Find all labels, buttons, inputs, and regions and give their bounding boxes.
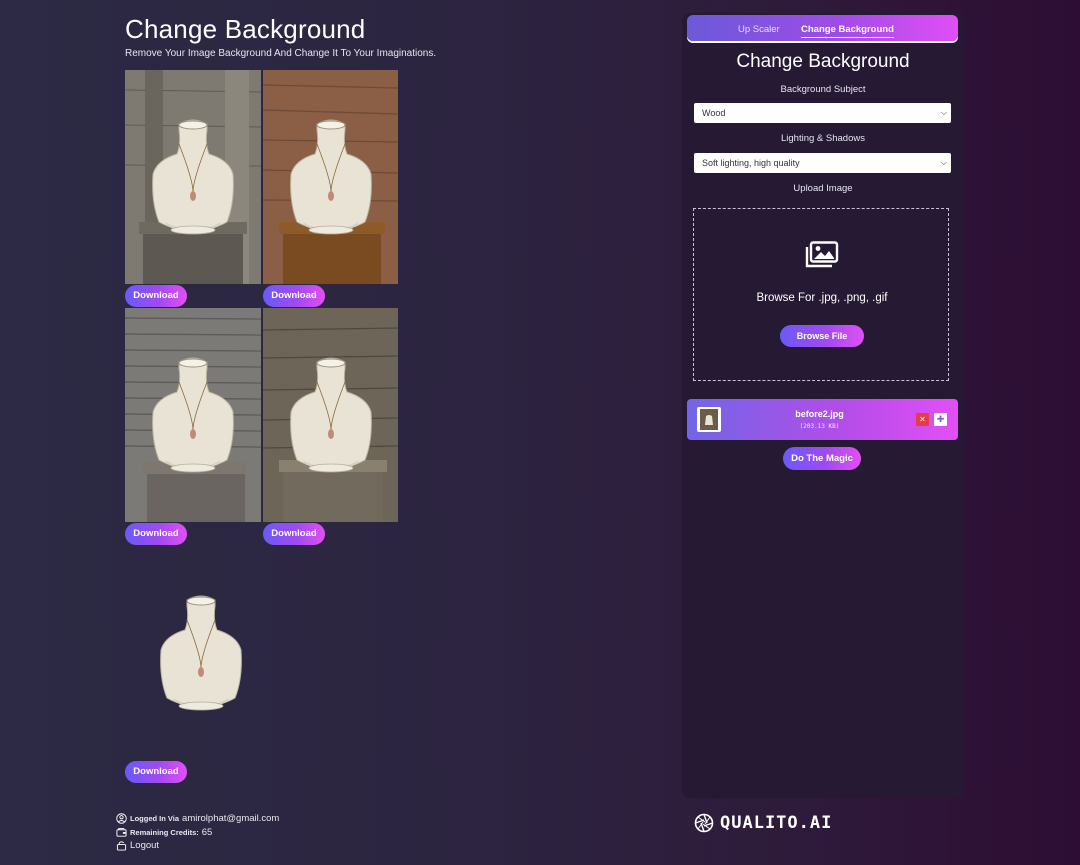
file-name: before2.jpg <box>795 409 844 419</box>
page-subtitle: Remove Your Image Background And Change … <box>125 48 437 59</box>
upload-label: Upload Image <box>793 183 853 194</box>
credits-value: 65 <box>201 826 213 838</box>
logout-link[interactable]: Logout <box>116 839 279 853</box>
account-footer: Logged In Via amirolphat@gmail.com Remai… <box>116 812 279 853</box>
upload-dropzone[interactable]: Browse For .jpg, .png, .gif Browse File <box>693 208 949 381</box>
lighting-select[interactable]: Soft lighting, high quality ⌵ <box>694 153 951 173</box>
lighting-select-value: Soft lighting, high quality <box>702 158 800 168</box>
result-image-2 <box>263 70 398 284</box>
user-email: amirolphat@gmail.com <box>182 813 280 825</box>
plus-icon[interactable]: ✚ <box>934 413 947 426</box>
subject-select-value: Wood <box>702 108 726 118</box>
tool-tabs: Up Scaler Change Background <box>687 15 958 41</box>
settings-panel: Up Scaler Change Background Change Backg… <box>682 13 964 798</box>
download-button-4[interactable]: Download <box>263 523 325 545</box>
download-button-1[interactable]: Download <box>125 285 187 307</box>
logged-in-row: Logged In Via amirolphat@gmail.com <box>116 812 279 826</box>
page-title: Change Background <box>125 14 366 44</box>
close-icon[interactable]: ✕ <box>916 413 929 426</box>
download-button-2[interactable]: Download <box>263 285 325 307</box>
result-image-1 <box>125 70 261 284</box>
tab-up-scaler[interactable]: Up Scaler <box>738 15 780 41</box>
logged-in-label: Logged In Via <box>130 814 180 824</box>
uploaded-file-item: before2.jpg (203.13 KB) ✕ ✚ <box>687 399 958 440</box>
browse-file-button[interactable]: Browse File <box>780 325 864 347</box>
brand-name: QUALITO.AI <box>720 813 833 833</box>
file-size: (203.13 KB) <box>799 423 840 430</box>
tab-change-background[interactable]: Change Background <box>801 15 894 41</box>
download-button-3[interactable]: Download <box>125 523 187 545</box>
panel-title: Change Background <box>736 51 910 72</box>
result-image-4 <box>263 308 398 522</box>
upload-hint: Browse For .jpg, .png, .gif <box>756 292 888 304</box>
lighting-label: Lighting & Shadows <box>781 133 865 144</box>
subject-select[interactable]: Wood ⌵ <box>694 103 951 123</box>
credits-row: Remaining Credits: 65 <box>116 826 279 840</box>
logout-icon <box>116 841 127 851</box>
credits-icon <box>116 827 127 837</box>
download-button-5[interactable]: Download <box>125 761 187 783</box>
brand: QUALITO.AI <box>694 813 832 833</box>
result-image-3 <box>125 308 261 522</box>
logout-label[interactable]: Logout <box>130 840 159 851</box>
brand-logo-icon <box>694 813 714 833</box>
gallery-icon <box>805 241 839 268</box>
chevron-down-icon: ⌵ <box>940 108 947 117</box>
subject-label: Background Subject <box>780 84 866 95</box>
result-image-5 <box>125 546 261 760</box>
user-icon <box>116 813 127 824</box>
credits-label: Remaining Credits: <box>130 827 199 837</box>
do-the-magic-button[interactable]: Do The Magic <box>783 447 861 470</box>
chevron-down-icon: ⌵ <box>940 158 947 167</box>
